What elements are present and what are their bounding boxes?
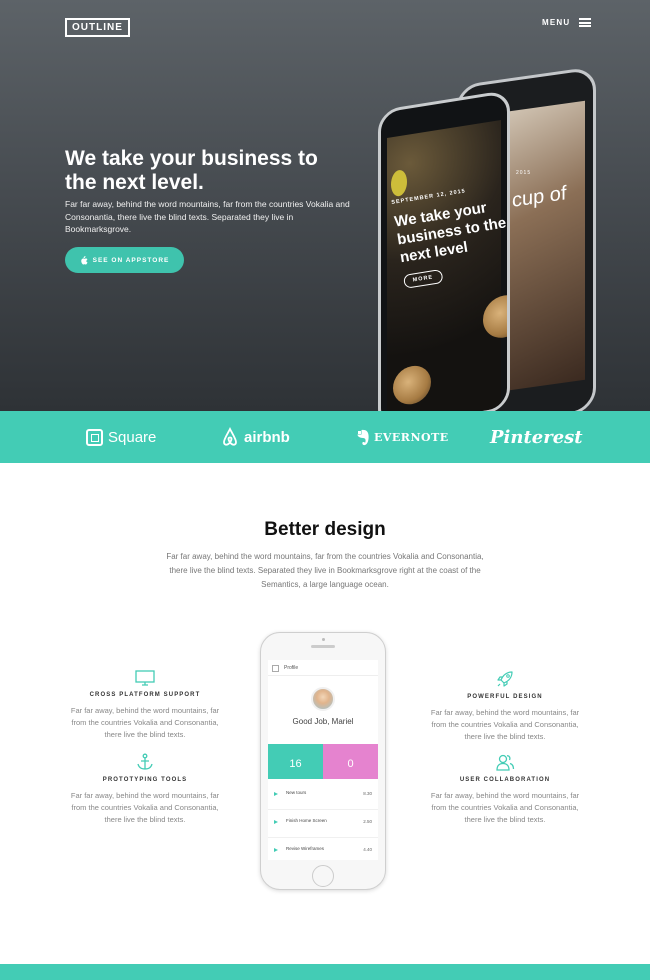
phone-speaker: [311, 645, 335, 648]
section-description: Far far away, behind the word mountains,…: [166, 552, 484, 589]
feature-text: Far far away, behind the word mountains,…: [430, 708, 580, 741]
phone-screen-title: We take your business to the next level: [393, 199, 508, 267]
square-logo: Square: [86, 411, 156, 463]
landing-page: OUTLINE MENU We take your business to th…: [0, 0, 650, 980]
app-preview-phone: Profile Good Job, Mariel 16 0 New tours …: [260, 632, 386, 890]
anchor-icon: [137, 753, 153, 770]
feature-prototyping: PROTOTYPING TOOLS Far far away, behind t…: [70, 753, 220, 826]
square-wordmark: Square: [108, 428, 157, 446]
stat-value: 0: [347, 758, 354, 770]
phone-camera: [322, 638, 325, 641]
play-icon: [274, 792, 278, 796]
pinterest-wordmark: Pinterest: [490, 426, 583, 448]
stat-tile: 16: [268, 744, 323, 779]
feature-title: PROTOTYPING TOOLS: [102, 777, 188, 783]
list-item: Finish Home Screen 2.50: [268, 810, 378, 838]
evernote-elephant-icon: [357, 429, 369, 445]
list-item-time: 8.30: [363, 791, 372, 796]
airbnb-logo: airbnb: [220, 411, 290, 463]
square-icon: [86, 428, 103, 446]
evernote-wordmark: EVERNOTE: [374, 430, 449, 444]
list-item-name: New tours: [286, 790, 307, 795]
feature-title: USER COLLABORATION: [459, 777, 551, 783]
stat-value: 16: [289, 758, 302, 770]
list-item-name: Revise Wireframes: [286, 846, 325, 851]
list-item: Revise Wireframes 4.40: [268, 838, 378, 860]
phone-screen-content: SEPTEMBER 12, 2015 We take your business…: [391, 181, 524, 289]
feature-cross-platform: CROSS PLATFORM SUPPORT Far far away, beh…: [70, 670, 220, 741]
app-screen: Profile Good Job, Mariel 16 0 New tours …: [268, 660, 378, 860]
monitor-icon: [135, 670, 155, 686]
feature-text: Far far away, behind the word mountains,…: [430, 791, 580, 824]
app-screen-header: Profile: [268, 660, 378, 676]
play-icon: [274, 820, 278, 824]
feature-text: Far far away, behind the word mountains,…: [70, 706, 220, 739]
rocket-icon: [497, 671, 513, 687]
client-logos-bar: Square airbnb EVERNOTE Pinterest: [0, 411, 650, 463]
section-title: Better design: [264, 519, 386, 540]
feature-text: Far far away, behind the word mountains,…: [70, 791, 220, 824]
pinterest-logo: Pinterest: [490, 411, 583, 463]
list-item-time: 4.40: [363, 847, 372, 852]
stat-tiles: 16 0: [268, 744, 378, 779]
task-list: New tours 8.30 Finish Home Screen 2.50 R…: [268, 782, 378, 860]
feature-title: POWERFUL DESIGN: [467, 694, 543, 700]
play-icon: [274, 848, 278, 852]
list-item: New tours 8.30: [268, 782, 378, 810]
phone-home-button: [312, 865, 334, 887]
greeting-text: Good Job, Mariel: [292, 717, 354, 726]
avatar: [311, 687, 335, 711]
stat-tile: 0: [323, 744, 378, 779]
back-phone-date: 2015: [516, 170, 532, 176]
evernote-logo: EVERNOTE: [355, 411, 449, 463]
list-item-time: 2.50: [363, 819, 372, 824]
feature-user-collaboration: USER COLLABORATION Far far away, behind …: [430, 753, 580, 826]
users-icon: [496, 754, 515, 771]
feature-powerful-design: POWERFUL DESIGN Far far away, behind the…: [430, 670, 580, 743]
feature-title: CROSS PLATFORM SUPPORT: [89, 692, 201, 698]
hero-phones-image: 2015 cup of SEPTEMBER 12, 2015 We take y…: [0, 0, 650, 411]
hero-section: OUTLINE MENU We take your business to th…: [0, 0, 650, 411]
bottom-accent-band: [0, 964, 650, 980]
airbnb-wordmark: airbnb: [244, 428, 290, 446]
airbnb-icon: [223, 427, 237, 446]
list-item-name: Finish Home Screen: [286, 818, 327, 823]
